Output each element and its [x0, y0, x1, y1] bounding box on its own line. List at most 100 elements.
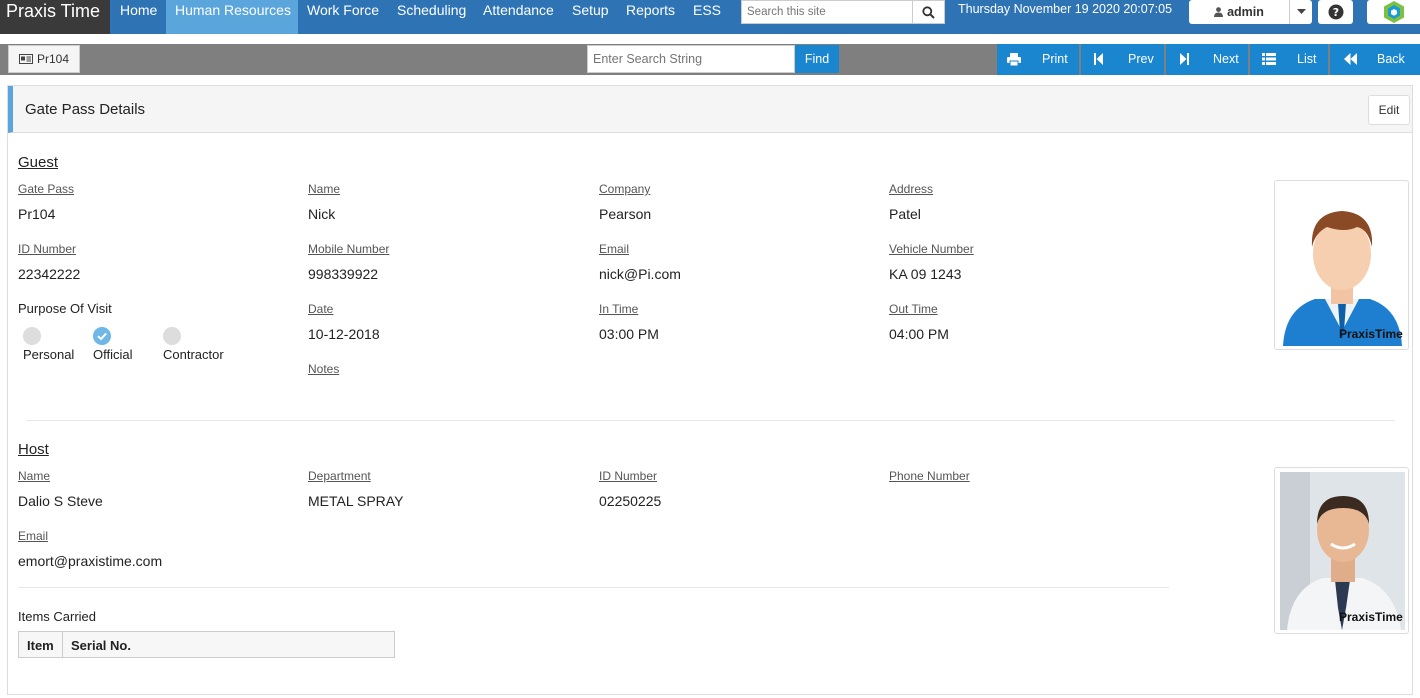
notes-label: Notes [308, 362, 340, 376]
date-label: Date [308, 302, 334, 316]
gate-pass-label: Gate Pass [18, 182, 75, 196]
list-button[interactable]: List [1250, 44, 1328, 75]
step-forward-icon [1180, 53, 1189, 65]
purpose-radio-personal[interactable] [23, 327, 41, 345]
guest-name-label: Name [308, 182, 341, 196]
find-button[interactable]: Find [795, 45, 839, 73]
help-icon: ? [1328, 4, 1343, 20]
next-button[interactable]: Next [1166, 44, 1248, 75]
site-search-button[interactable] [912, 0, 945, 24]
edit-button[interactable]: Edit [1368, 95, 1410, 125]
prev-button[interactable]: Prev [1081, 44, 1164, 75]
panel-header: Gate Pass Details Edit [8, 86, 1412, 133]
host-email-value: emort@praxistime.com [18, 553, 163, 569]
guest-id-label: ID Number [18, 242, 77, 256]
check-icon [97, 332, 107, 341]
department-label: Department [308, 469, 371, 483]
address-label: Address [889, 182, 934, 196]
svg-text:?: ? [1332, 6, 1338, 19]
record-id: Pr104 [36, 52, 70, 66]
phone-label: Phone Number [889, 469, 970, 483]
host-id-label: ID Number [599, 469, 658, 483]
items-col-serial: Serial No. [71, 638, 131, 653]
search-icon [922, 5, 935, 19]
list-label: List [1297, 52, 1317, 66]
nav-setup[interactable]: Setup [572, 0, 609, 34]
purpose-option-contractor: Contractor [163, 347, 224, 362]
nav-home[interactable]: Home [120, 0, 157, 34]
back-label: Back [1377, 52, 1405, 66]
guest-email-value: nick@Pi.com [599, 266, 681, 282]
company-label: Company [599, 182, 651, 196]
items-carried-label: Items Carried [18, 609, 97, 624]
vehicle-label: Vehicle Number [889, 242, 974, 256]
user-menu-dropdown[interactable] [1289, 0, 1312, 24]
purpose-radio-contractor[interactable] [163, 327, 181, 345]
nav-ess[interactable]: ESS [693, 0, 721, 34]
site-search-input[interactable] [741, 0, 913, 24]
prev-label: Prev [1128, 52, 1154, 66]
top-navbar: Praxis Time Home Human Resources Work Fo… [0, 0, 1420, 34]
page-title: Gate Pass Details [25, 101, 146, 118]
out-time-label: Out Time [889, 302, 938, 316]
caret-down-icon [1296, 9, 1306, 14]
nav-scheduling[interactable]: Scheduling [397, 0, 466, 34]
host-email-label: Email [18, 529, 49, 543]
mobile-value: 998339922 [308, 266, 379, 282]
nav-work-force[interactable]: Work Force [307, 0, 379, 34]
in-time-value: 03:00 PM [599, 326, 659, 342]
next-label: Next [1213, 52, 1239, 66]
guest-id-value: 22342222 [18, 266, 81, 282]
company-value: Pearson [599, 206, 652, 222]
host-id-value: 02250225 [599, 493, 662, 509]
user-name: admin [1227, 5, 1264, 19]
host-name-value: Dalio S Steve [18, 493, 103, 509]
host-name-label: Name [18, 469, 51, 483]
items-table-header: Item Serial No. [18, 631, 395, 658]
section-divider [26, 420, 1394, 421]
print-icon [1007, 53, 1021, 66]
record-tab[interactable]: Pr104 [8, 45, 80, 73]
purpose-option-personal: Personal [23, 347, 75, 362]
items-divider [18, 587, 1169, 588]
gate-pass-value: Pr104 [18, 206, 56, 222]
guest-photo: PraxisTime [1274, 180, 1409, 350]
record-search-input[interactable] [587, 45, 795, 73]
guest-name-value: Nick [308, 206, 336, 222]
mobile-label: Mobile Number [308, 242, 390, 256]
date-value: 10-12-2018 [308, 326, 380, 342]
print-button[interactable]: Print [997, 44, 1079, 75]
guest-email-label: Email [599, 242, 630, 256]
company-logo [1367, 0, 1420, 24]
record-toolbar: Pr104 Find Print Prev Next List Back [0, 44, 1420, 75]
nav-attendance[interactable]: Attendance [483, 0, 554, 34]
host-photo: PraxisTime [1274, 467, 1409, 634]
address-value: Patel [889, 206, 921, 222]
backward-icon [1344, 53, 1357, 65]
current-datetime: Thursday November 19 2020 20:07:05 [958, 2, 1173, 16]
help-button[interactable]: ? [1318, 0, 1353, 24]
print-label: Print [1042, 52, 1068, 66]
guest-section-title: Guest [18, 154, 59, 171]
purpose-label: Purpose Of Visit [18, 301, 112, 316]
purpose-radio-official[interactable] [93, 327, 111, 345]
gate-pass-panel: Gate Pass Details Edit [7, 85, 1413, 695]
user-menu-button[interactable]: admin [1189, 0, 1289, 24]
nav-reports[interactable]: Reports [626, 0, 675, 34]
host-section-title: Host [18, 441, 49, 458]
step-backward-icon [1094, 53, 1103, 65]
user-icon [1214, 7, 1224, 17]
list-icon [1262, 53, 1276, 65]
out-time-value: 04:00 PM [889, 326, 949, 342]
department-value: METAL SPRAY [308, 493, 404, 509]
purpose-option-official: Official [93, 347, 133, 362]
guest-avatar-illustration [1283, 211, 1402, 346]
back-button[interactable]: Back [1330, 44, 1420, 75]
items-col-item: Item [19, 632, 63, 657]
guest-photo-watermark: PraxisTime [1339, 327, 1403, 341]
id-card-icon [18, 54, 33, 64]
brand-logo[interactable]: Praxis Time [0, 0, 110, 34]
nav-human-resources[interactable]: Human Resources [166, 0, 298, 34]
in-time-label: In Time [599, 302, 639, 316]
vehicle-value: KA 09 1243 [889, 266, 962, 282]
